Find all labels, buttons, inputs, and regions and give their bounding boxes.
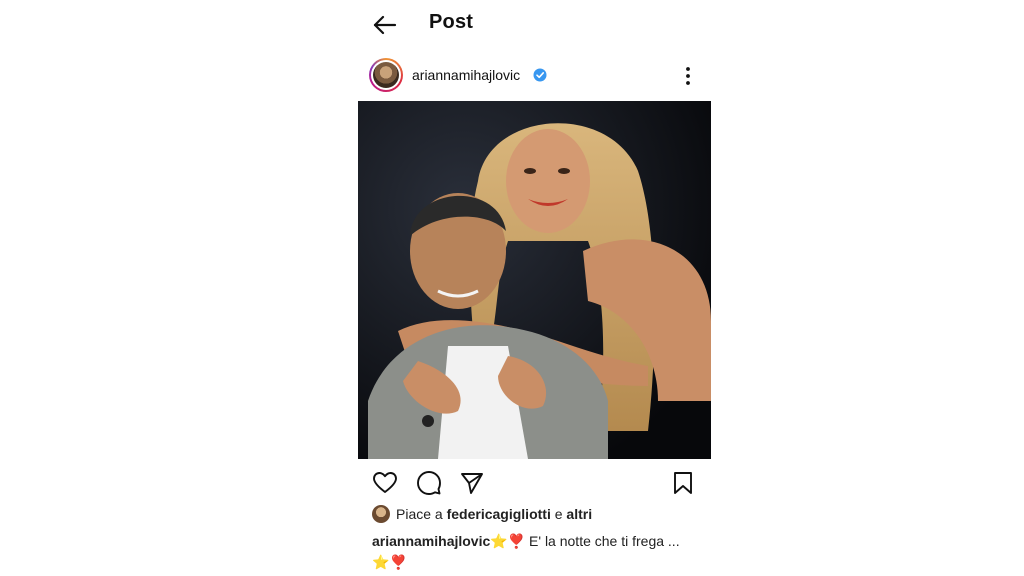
back-button[interactable] bbox=[372, 12, 398, 38]
heart-emoji-2: ❣️ bbox=[389, 554, 407, 570]
post-screen: Post ariannamihajlovic Piace a federicag… bbox=[358, 0, 711, 576]
post-caption: ariannamihajlovic⭐❣️ E' la notte che ti … bbox=[372, 531, 702, 573]
page-title: Post bbox=[429, 11, 474, 33]
avatar-image bbox=[373, 62, 399, 88]
like-button[interactable] bbox=[372, 470, 398, 496]
arrow-left-icon bbox=[373, 15, 397, 35]
verified-badge-icon bbox=[533, 68, 547, 82]
share-button[interactable] bbox=[459, 470, 485, 496]
post-username[interactable]: ariannamihajlovic bbox=[412, 67, 520, 83]
likes-summary[interactable]: Piace a federicagigliotti e altri bbox=[372, 505, 592, 526]
comment-icon bbox=[417, 471, 441, 495]
heart-icon bbox=[373, 472, 397, 493]
more-vertical-icon bbox=[686, 67, 690, 85]
save-button[interactable] bbox=[670, 470, 696, 496]
likes-user[interactable]: federicagigliotti bbox=[447, 506, 551, 522]
bookmark-icon bbox=[674, 472, 692, 494]
comment-button[interactable] bbox=[416, 470, 442, 496]
top-bar: Post bbox=[358, 0, 711, 48]
star-emoji-2: ⭐ bbox=[372, 554, 390, 570]
heart-emoji: ❣️ bbox=[507, 533, 526, 549]
post-header: ariannamihajlovic bbox=[358, 56, 711, 96]
caption-text: E' la notte che ti frega ... bbox=[529, 533, 680, 549]
caption-username[interactable]: ariannamihajlovic bbox=[372, 533, 490, 549]
likes-connector: e bbox=[554, 506, 563, 522]
post-actions bbox=[358, 466, 711, 500]
more-options-button[interactable] bbox=[679, 64, 697, 88]
send-icon bbox=[461, 473, 483, 494]
star-emoji: ⭐ bbox=[490, 533, 508, 549]
avatar[interactable] bbox=[369, 58, 403, 92]
likes-prefix: Piace a bbox=[396, 506, 443, 522]
likes-others[interactable]: altri bbox=[566, 506, 592, 522]
liker-avatar bbox=[372, 505, 390, 524]
post-photo bbox=[358, 101, 711, 459]
post-image[interactable] bbox=[358, 101, 711, 459]
